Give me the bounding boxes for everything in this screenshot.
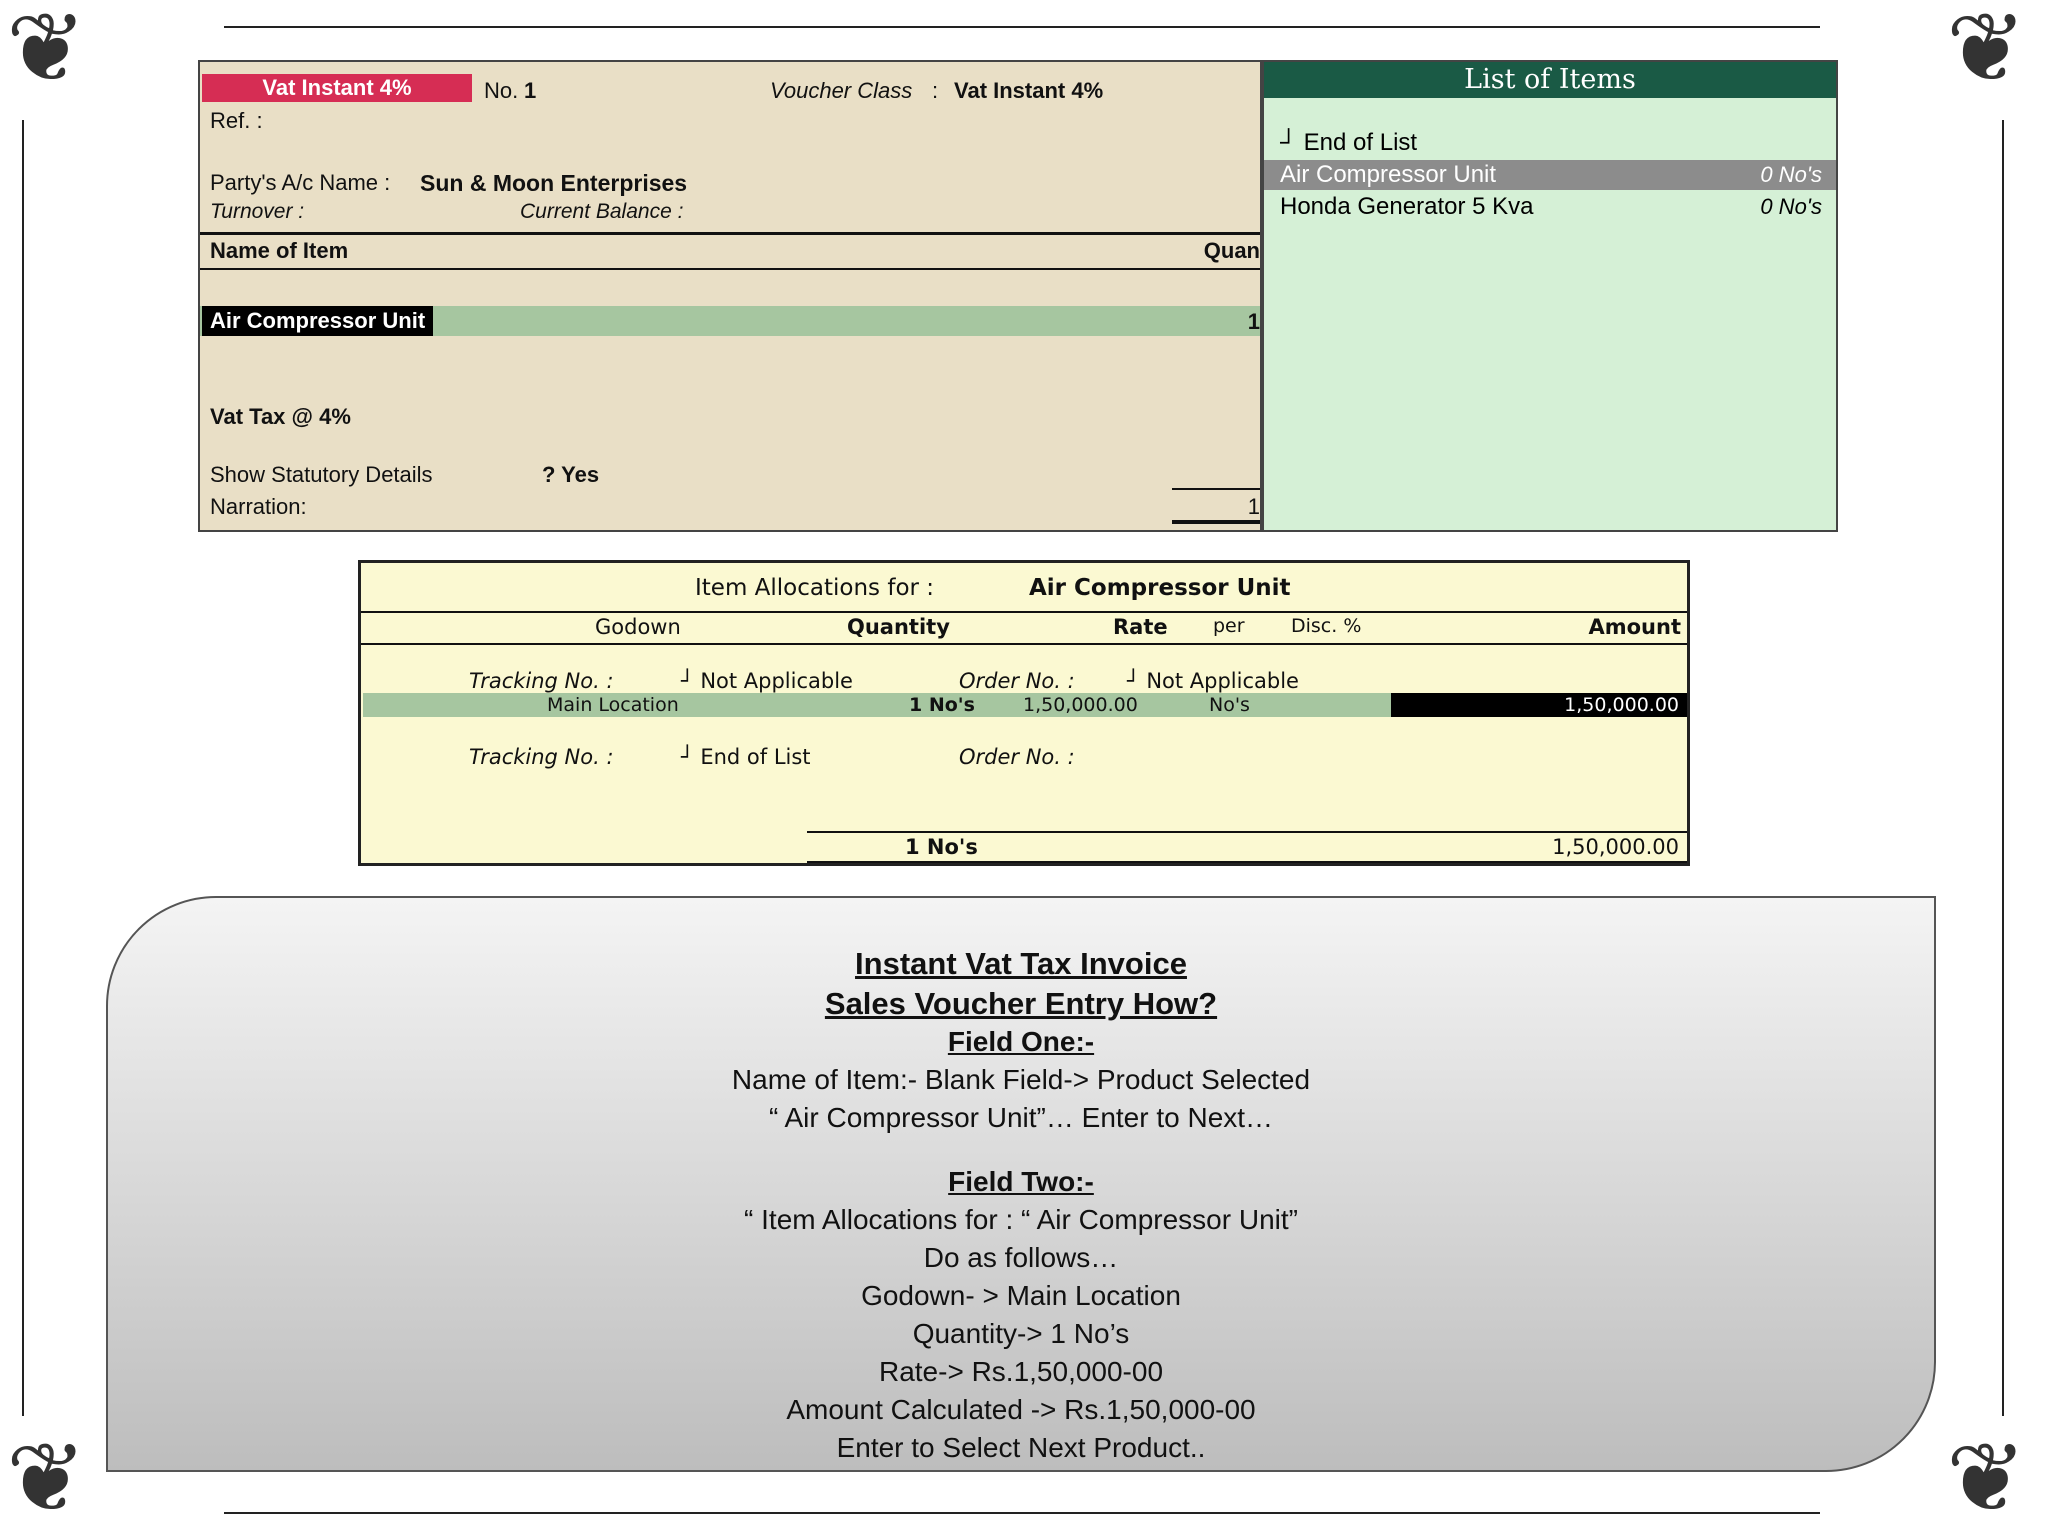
- note-line: “ Air Compressor Unit”… Enter to Next…: [768, 1102, 1274, 1133]
- note-line: Amount Calculated -> Rs.1,50,000-00: [786, 1394, 1256, 1425]
- note-line: Rate-> Rs.1,50,000-00: [878, 1356, 1164, 1387]
- note-title: Instant Vat Tax Invoice: [855, 946, 1187, 981]
- party-name-field[interactable]: Sun & Moon Enterprises: [420, 170, 687, 197]
- frame-bottom-line: [224, 1512, 1820, 1514]
- note-line: Godown- > Main Location: [861, 1280, 1181, 1311]
- list-item-air-compressor-unit[interactable]: Air Compressor Unit 0 No's: [1264, 160, 1836, 190]
- voucher-class-sep: :: [932, 78, 939, 103]
- note-line: Enter to Select Next Product..: [836, 1432, 1206, 1463]
- note-field-two-heading: Field Two:-: [948, 1166, 1094, 1197]
- amount-field[interactable]: 1,50,000.00: [1564, 693, 1679, 717]
- list-item-qty: 0 No's: [1760, 162, 1822, 187]
- item-header-bottom-rule: [200, 268, 1260, 270]
- selected-item-name[interactable]: Air Compressor Unit: [202, 306, 434, 336]
- voucher-no-label: No.: [484, 78, 519, 103]
- list-of-items-panel: List of Items ┘ End of List Air Compress…: [1262, 60, 1838, 532]
- voucher-class-value[interactable]: Vat Instant 4%: [954, 78, 1103, 104]
- note-line: Name of Item:- Blank Field-> Product Sel…: [731, 1064, 1311, 1095]
- total-rule-top: [1172, 488, 1260, 490]
- column-amount: Amount: [1588, 615, 1681, 639]
- frame-right-line: [2002, 120, 2004, 1416]
- list-item-end-of-list[interactable]: ┘ End of List: [1264, 128, 1836, 158]
- frame-left-line: [22, 120, 24, 1416]
- note-line: “ Item Allocations for : “ Air Compresso…: [744, 1204, 1298, 1235]
- statutory-details-value[interactable]: ? Yes: [542, 462, 599, 488]
- item-allocations-screen: Item Allocations for : Air Compressor Un…: [358, 560, 1690, 866]
- voucher-no-value: 1: [524, 78, 537, 103]
- turnover-label: Turnover :: [210, 200, 305, 223]
- total-rule-double: [1172, 520, 1260, 524]
- party-label: Party's A/c Name :: [210, 170, 391, 195]
- list-item-label: ┘ End of List: [1280, 129, 1418, 156]
- column-quantity: Quan: [1203, 238, 1260, 263]
- allocation-header-bottom-rule: [361, 643, 1687, 645]
- column-per: per: [1213, 615, 1245, 637]
- note-field-one-heading: Field One:-: [947, 1026, 1095, 1057]
- column-godown: Godown: [595, 615, 681, 639]
- frame-top-line: [224, 26, 1820, 28]
- allocation-total-rule: [807, 831, 1687, 833]
- voucher-type-badge[interactable]: Vat Instant 4%: [202, 74, 472, 102]
- voucher-class-label: Voucher Class: [770, 78, 913, 103]
- order-no-label: Order No. :: [959, 669, 1075, 693]
- list-of-items-title: List of Items: [1264, 62, 1836, 98]
- column-rate: Rate: [1113, 615, 1168, 639]
- item-header-top-rule: [200, 232, 1260, 235]
- list-item-honda-generator[interactable]: Honda Generator 5 Kva 0 No's: [1264, 192, 1836, 222]
- statutory-details-label: Show Statutory Details: [210, 462, 433, 487]
- quantity-field[interactable]: 1 No's: [909, 693, 975, 717]
- tracking-no-label-2: Tracking No. :: [469, 745, 614, 769]
- list-item-qty: 0 No's: [1760, 194, 1822, 219]
- corner-ornament-bottom-left: ❦: [6, 1422, 87, 1534]
- list-item-label: Air Compressor Unit: [1280, 161, 1497, 188]
- column-quantity: Quantity: [847, 615, 950, 639]
- allocation-total-qty: 1 No's: [905, 835, 978, 859]
- list-item-label: Honda Generator 5 Kva: [1280, 193, 1534, 220]
- order-no-label-2[interactable]: Order No. :: [959, 745, 1075, 769]
- selected-item-qty[interactable]: 1: [1248, 309, 1260, 335]
- godown-field[interactable]: Main Location: [547, 693, 679, 717]
- current-balance-label: Current Balance :: [520, 200, 684, 223]
- corner-ornament-bottom-right: ❦: [1946, 1422, 2027, 1534]
- tracking-no-value-2[interactable]: ┘ End of List: [681, 745, 811, 769]
- narration-label: Narration:: [210, 494, 307, 519]
- corner-ornament-top-right: ❦: [1946, 0, 2027, 104]
- vat-tax-ledger[interactable]: Vat Tax @ 4%: [210, 404, 351, 430]
- allocation-total-bottom-rule: [807, 861, 1687, 863]
- allocation-header-top-rule: [361, 611, 1687, 613]
- tracking-no-label: Tracking No. :: [469, 669, 614, 693]
- instructions-note: Instant Vat Tax Invoice Sales Voucher En…: [106, 896, 1936, 1472]
- rate-field[interactable]: 1,50,000.00: [1023, 693, 1138, 717]
- allocation-title-label: Item Allocations for :: [695, 575, 935, 601]
- note-subtitle: Sales Voucher Entry How?: [824, 986, 1218, 1021]
- corner-ornament-top-left: ❦: [6, 0, 87, 104]
- column-name-of-item: Name of Item: [210, 238, 349, 263]
- per-field[interactable]: No's: [1209, 693, 1250, 717]
- column-disc: Disc. %: [1291, 615, 1362, 637]
- tracking-no-value[interactable]: ┘ Not Applicable: [681, 669, 853, 693]
- sales-voucher-screen: Vat Instant 4% No. 1 Voucher Class : Vat…: [198, 60, 1262, 532]
- note-line: Quantity-> 1 No’s: [912, 1318, 1130, 1349]
- allocation-title-value: Air Compressor Unit: [1029, 575, 1291, 601]
- order-no-value[interactable]: ┘ Not Applicable: [1127, 669, 1299, 693]
- allocation-total-amount: 1,50,000.00: [1552, 835, 1679, 859]
- total-qty-value: 1: [1247, 494, 1260, 519]
- note-line: Do as follows…: [923, 1242, 1119, 1273]
- ref-label[interactable]: Ref. :: [210, 108, 263, 134]
